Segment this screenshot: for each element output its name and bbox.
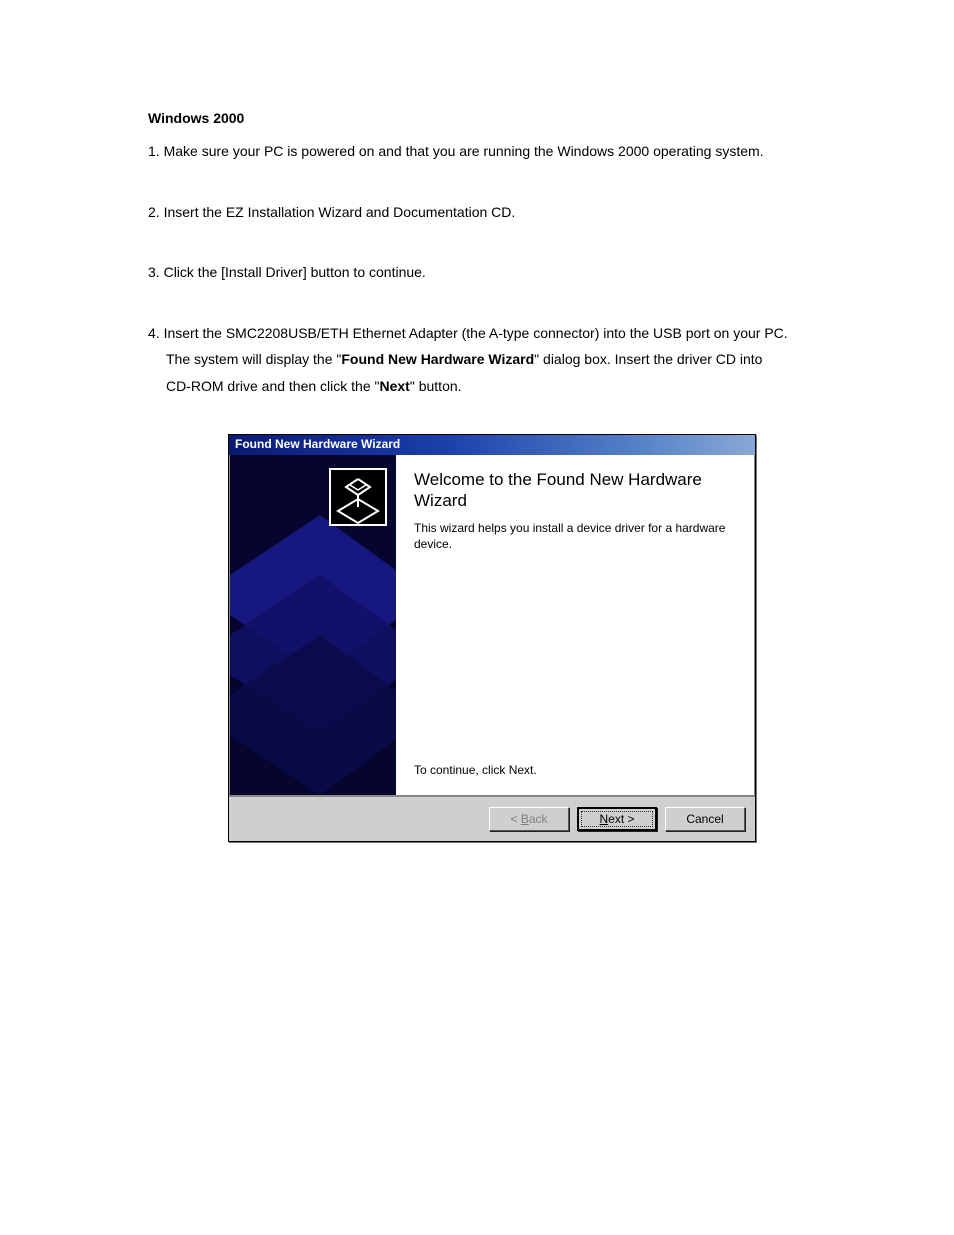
button-mnemonic: N: [599, 812, 608, 826]
wizard-titlebar: Found New Hardware Wizard: [229, 435, 755, 455]
step-text: Click the [Install Driver] button to con…: [164, 264, 426, 280]
wizard-button-row: < Back Next > Cancel: [229, 796, 755, 841]
step-number: 2.: [148, 204, 164, 220]
text-fragment: The system will display the ": [166, 351, 341, 367]
step-text-line: CD-ROM drive and then click the "Next" b…: [148, 373, 884, 400]
step-2: 2. Insert the EZ Installation Wizard and…: [148, 199, 884, 226]
step-text: Insert the SMC2208USB/ETH Ethernet Adapt…: [164, 325, 788, 341]
cancel-button[interactable]: Cancel: [665, 807, 745, 831]
step-text: Make sure your PC is powered on and that…: [164, 143, 764, 159]
step-3: 3. Click the [Install Driver] button to …: [148, 259, 884, 286]
text-bold: Next: [380, 378, 410, 394]
button-mnemonic: B: [521, 812, 529, 826]
wizard-content: Welcome to the Found New Hardware Wizard…: [396, 455, 754, 795]
step-4: 4. Insert the SMC2208USB/ETH Ethernet Ad…: [148, 320, 884, 400]
button-suffix: ack: [529, 812, 548, 826]
wizard-dialog: Found New Hardware Wizard W: [228, 434, 756, 842]
text-bold: Found New Hardware Wizard: [341, 351, 534, 367]
step-number: 3.: [148, 264, 164, 280]
step-1: 1. Make sure your PC is powered on and t…: [148, 138, 884, 165]
wizard-heading: Welcome to the Found New Hardware Wizard: [414, 469, 736, 512]
next-button[interactable]: Next >: [577, 807, 657, 831]
step-number: 4.: [148, 325, 164, 341]
text-fragment: CD-ROM drive and then click the ": [166, 378, 380, 394]
text-fragment: " button.: [410, 378, 462, 394]
step-text: Insert the EZ Installation Wizard and Do…: [164, 204, 516, 220]
wizard-side-graphic: [230, 455, 396, 795]
step-number: 1.: [148, 143, 164, 159]
button-prefix: <: [510, 812, 520, 826]
back-button: < Back: [489, 807, 569, 831]
wizard-description: This wizard helps you install a device d…: [414, 521, 736, 552]
section-heading: Windows 2000: [148, 110, 884, 126]
step-text-line: The system will display the "Found New H…: [148, 346, 884, 373]
text-fragment: " dialog box. Insert the driver CD into: [534, 351, 762, 367]
button-suffix: ext >: [608, 812, 634, 826]
wizard-continue-text: To continue, click Next.: [414, 763, 736, 785]
wizard-body: Welcome to the Found New Hardware Wizard…: [229, 455, 755, 796]
